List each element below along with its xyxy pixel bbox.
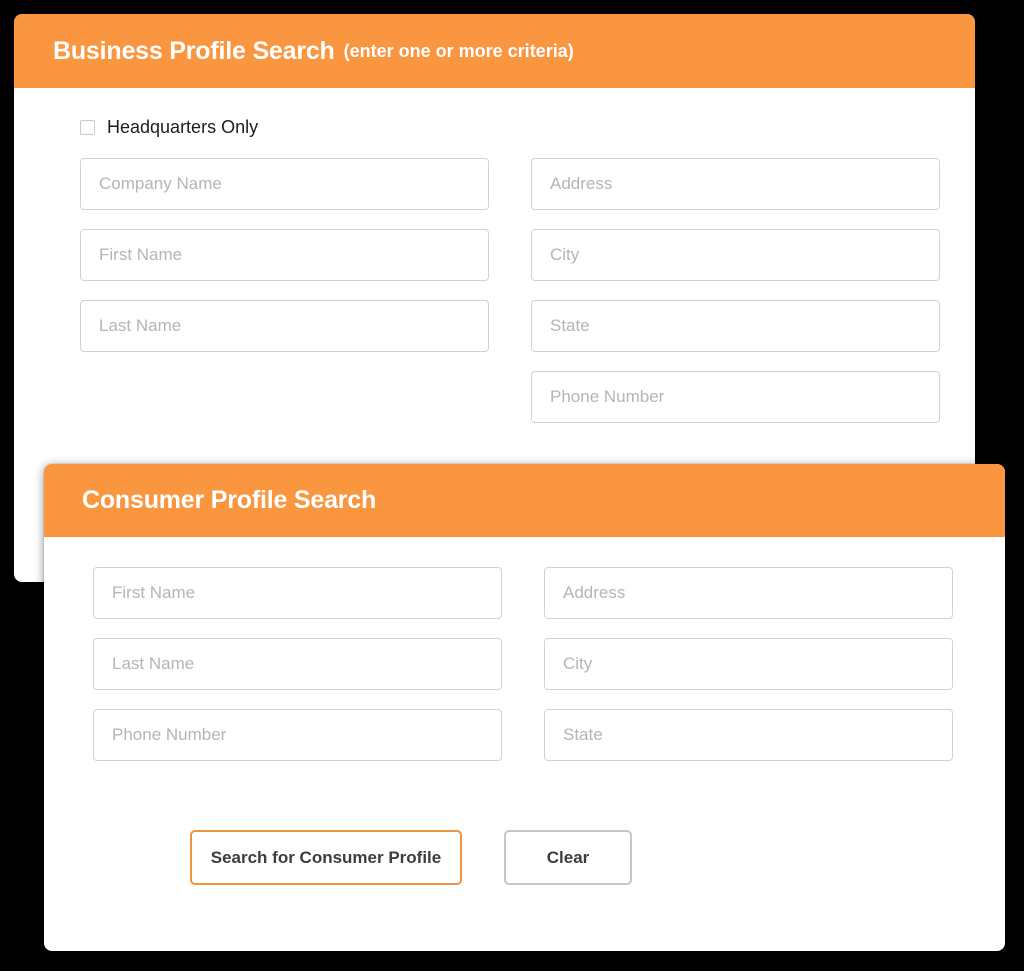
- business-city-input[interactable]: City: [531, 229, 940, 281]
- consumer-field-grid: First Name Last Name Phone Number Addres…: [44, 567, 1005, 780]
- business-card-header: Business Profile Search (enter one or mo…: [14, 14, 975, 88]
- business-fields-right-column: Address City State Phone Number: [531, 158, 940, 442]
- business-phone-number-input[interactable]: Phone Number: [531, 371, 940, 423]
- business-last-name-input[interactable]: Last Name: [80, 300, 489, 352]
- search-for-consumer-profile-button[interactable]: Search for Consumer Profile: [190, 830, 462, 885]
- consumer-state-input[interactable]: State: [544, 709, 953, 761]
- consumer-fields-right-column: Address City State: [544, 567, 953, 780]
- consumer-button-row: Search for Consumer Profile Clear: [44, 830, 1005, 885]
- business-fields-left-column: Company Name First Name Last Name: [80, 158, 489, 442]
- consumer-last-name-input[interactable]: Last Name: [93, 638, 502, 690]
- consumer-card-header: Consumer Profile Search: [44, 464, 1005, 537]
- company-name-input[interactable]: Company Name: [80, 158, 489, 210]
- consumer-city-input[interactable]: City: [544, 638, 953, 690]
- consumer-phone-number-input[interactable]: Phone Number: [93, 709, 502, 761]
- consumer-card-title: Consumer Profile Search: [82, 486, 377, 514]
- business-first-name-input[interactable]: First Name: [80, 229, 489, 281]
- business-address-input[interactable]: Address: [531, 158, 940, 210]
- checkbox-icon[interactable]: [80, 119, 95, 135]
- business-field-grid: Company Name First Name Last Name Addres…: [14, 158, 975, 442]
- headquarters-only-checkbox-row[interactable]: Headquarters Only: [80, 118, 975, 136]
- consumer-address-input[interactable]: Address: [544, 567, 953, 619]
- business-card-title: Business Profile Search: [53, 36, 335, 65]
- consumer-card-body: First Name Last Name Phone Number Addres…: [44, 537, 1005, 885]
- headquarters-only-label: Headquarters Only: [107, 117, 259, 137]
- business-card-body: Headquarters Only Company Name First Nam…: [14, 88, 975, 442]
- business-state-input[interactable]: State: [531, 300, 940, 352]
- consumer-first-name-input[interactable]: First Name: [93, 567, 502, 619]
- consumer-profile-search-card: Consumer Profile Search First Name Last …: [44, 464, 1005, 951]
- clear-button[interactable]: Clear: [504, 830, 632, 885]
- consumer-fields-left-column: First Name Last Name Phone Number: [93, 567, 502, 780]
- business-card-subtitle: (enter one or more criteria): [343, 40, 574, 61]
